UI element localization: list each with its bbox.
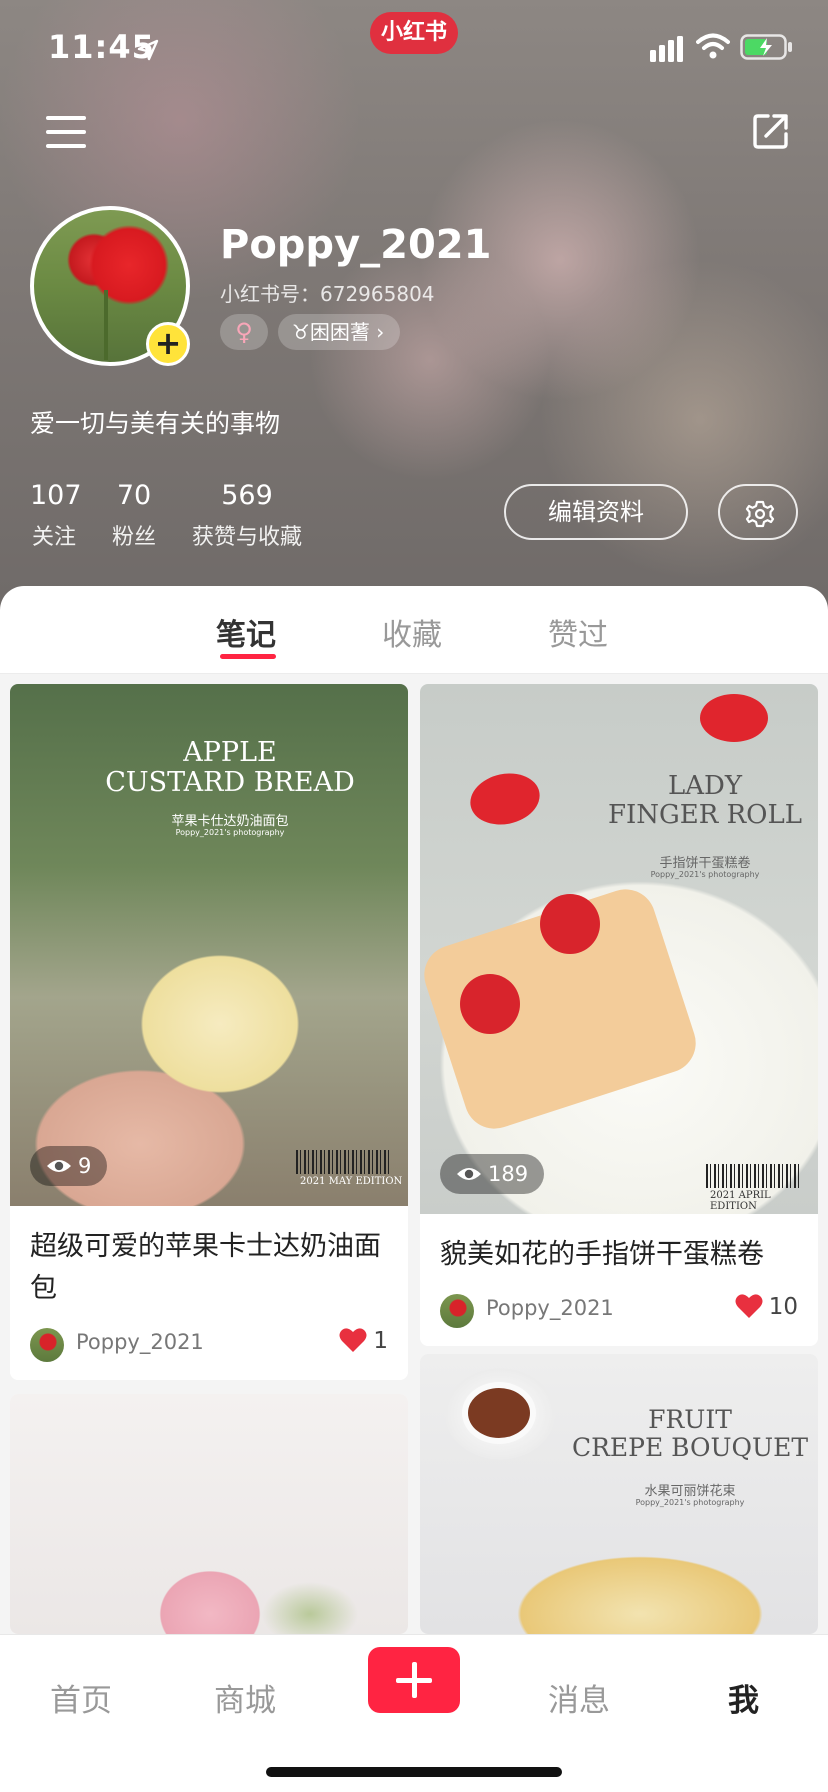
active-tab-indicator: [220, 654, 276, 659]
avatar-poppy-stem: [104, 290, 108, 360]
like-button[interactable]: 1: [339, 1327, 388, 1354]
zodiac-tag[interactable]: ♉困困蓍 ›: [278, 314, 400, 350]
view-count-badge: 9: [30, 1146, 108, 1186]
cellular-signal-icon: [650, 36, 683, 62]
app-logo-badge: 小红书: [370, 12, 458, 54]
note-card[interactable]: LADY FINGER ROLL 手指饼干蛋糕卷 Poppy_2021's ph…: [420, 684, 818, 1346]
view-count: 9: [78, 1154, 92, 1178]
stat-followers[interactable]: 70 粉丝: [110, 480, 158, 551]
content-tabs: 笔记 收藏 赞过: [0, 586, 828, 674]
author-name: Poppy_2021: [76, 1330, 204, 1354]
poster-credit: Poppy_2021's photography: [635, 1498, 745, 1507]
tab-favorites[interactable]: 收藏: [382, 610, 442, 654]
note-meta: Poppy_2021 10: [420, 1276, 818, 1346]
nav-mall[interactable]: 商城: [214, 1675, 276, 1720]
stat-likes-label: 获赞与收藏: [191, 525, 302, 550]
tab-notes[interactable]: 笔记: [216, 610, 276, 654]
edit-profile-button[interactable]: 编辑资料: [504, 484, 688, 540]
bottom-navigation: 首页 商城 消息 我: [0, 1634, 828, 1792]
note-card[interactable]: FRUIT CREPE BOUQUET 水果可丽饼花束 Poppy_2021's…: [420, 1354, 818, 1634]
share-out-icon[interactable]: [750, 110, 792, 152]
stat-following-label: 关注: [31, 525, 76, 550]
nav-messages[interactable]: 消息: [548, 1675, 610, 1720]
profile-id: 小红书号：672965804: [220, 282, 435, 306]
gender-female-icon: ♀: [220, 314, 268, 350]
wifi-icon: [696, 33, 730, 59]
author-name: Poppy_2021: [486, 1296, 614, 1320]
eye-icon: [47, 1159, 71, 1172]
eye-icon: [457, 1167, 481, 1180]
poster-credit: Poppy_2021's photography: [175, 828, 285, 837]
location-arrow-icon: [137, 39, 159, 61]
note-title: 超级可爱的苹果卡士达奶油面包: [30, 1231, 381, 1304]
publish-plus-button[interactable]: [368, 1647, 460, 1713]
poster-subtitle: 水果可丽饼花束: [644, 1484, 736, 1499]
like-count: 1: [373, 1328, 388, 1354]
heart-icon: [735, 1293, 763, 1318]
note-cover-image: APPLE CUSTARD BREAD 苹果卡仕达奶油面包 Poppy_2021…: [10, 684, 408, 1206]
note-meta: Poppy_2021 1: [10, 1310, 408, 1380]
poster-edition: 2021 APRIL EDITION: [710, 1190, 771, 1212]
note-cover-image: LADY FINGER ROLL 手指饼干蛋糕卷 Poppy_2021's ph…: [420, 684, 818, 1214]
strawberry-top: [540, 894, 600, 954]
settings-button[interactable]: [718, 484, 798, 540]
author-avatar: [440, 1294, 474, 1328]
menu-icon[interactable]: [46, 112, 86, 152]
note-cover-image: FRUIT CREPE BOUQUET 水果可丽饼花束 Poppy_2021's…: [420, 1354, 818, 1634]
profile-username: Poppy_2021: [220, 222, 492, 268]
stat-likes-and-saves[interactable]: 569 获赞与收藏: [190, 480, 304, 551]
stat-likes-value: 569: [221, 480, 273, 511]
gear-icon: [745, 500, 775, 528]
view-count: 189: [488, 1162, 529, 1186]
note-card[interactable]: APPLE CUSTARD BREAD 苹果卡仕达奶油面包 Poppy_2021…: [10, 684, 408, 1380]
poster-credit: Poppy_2021's photography: [650, 870, 760, 879]
like-count: 10: [768, 1294, 798, 1320]
like-button[interactable]: 10: [735, 1293, 798, 1320]
stat-following[interactable]: 107 关注: [30, 480, 82, 551]
heart-icon: [339, 1327, 367, 1352]
note-cover-image: [10, 1394, 408, 1634]
note-card[interactable]: [10, 1394, 408, 1634]
poster-subtitle: 手指饼干蛋糕卷: [659, 856, 751, 871]
battery-charging-icon: [740, 34, 792, 60]
poster-title: FRUIT CREPE BOUQUET: [571, 1405, 809, 1462]
poster-subtitle: 苹果卡仕达奶油面包: [171, 814, 289, 829]
poster-barcode: [706, 1164, 802, 1188]
stat-following-value: 107: [30, 480, 82, 511]
status-bar: 11:45 小红书: [0, 0, 828, 100]
poster-edition: 2021 MAY EDITION: [300, 1176, 403, 1187]
view-count-badge: 189: [440, 1154, 545, 1194]
author-avatar: [30, 1328, 64, 1362]
home-indicator: [266, 1767, 562, 1777]
strawberry-decor: [700, 694, 768, 742]
profile-bio: 爱一切与美有关的事物: [30, 409, 281, 438]
tab-liked[interactable]: 赞过: [548, 610, 608, 654]
stat-followers-label: 粉丝: [111, 525, 156, 550]
add-avatar-button[interactable]: +: [146, 322, 190, 366]
strawberry-top: [460, 974, 520, 1034]
nav-home[interactable]: 首页: [50, 1675, 112, 1720]
stat-followers-value: 70: [116, 480, 152, 511]
strawberry-decor: [465, 767, 545, 831]
nav-me[interactable]: 我: [728, 1675, 759, 1720]
poster-title: LADY FINGER ROLL: [607, 771, 803, 831]
note-title: 貌美如花的手指饼干蛋糕卷: [440, 1239, 764, 1270]
poster-title: APPLE CUSTARD BREAD: [105, 737, 355, 799]
tea-cup: [462, 1382, 536, 1444]
poster-barcode: [296, 1150, 392, 1174]
